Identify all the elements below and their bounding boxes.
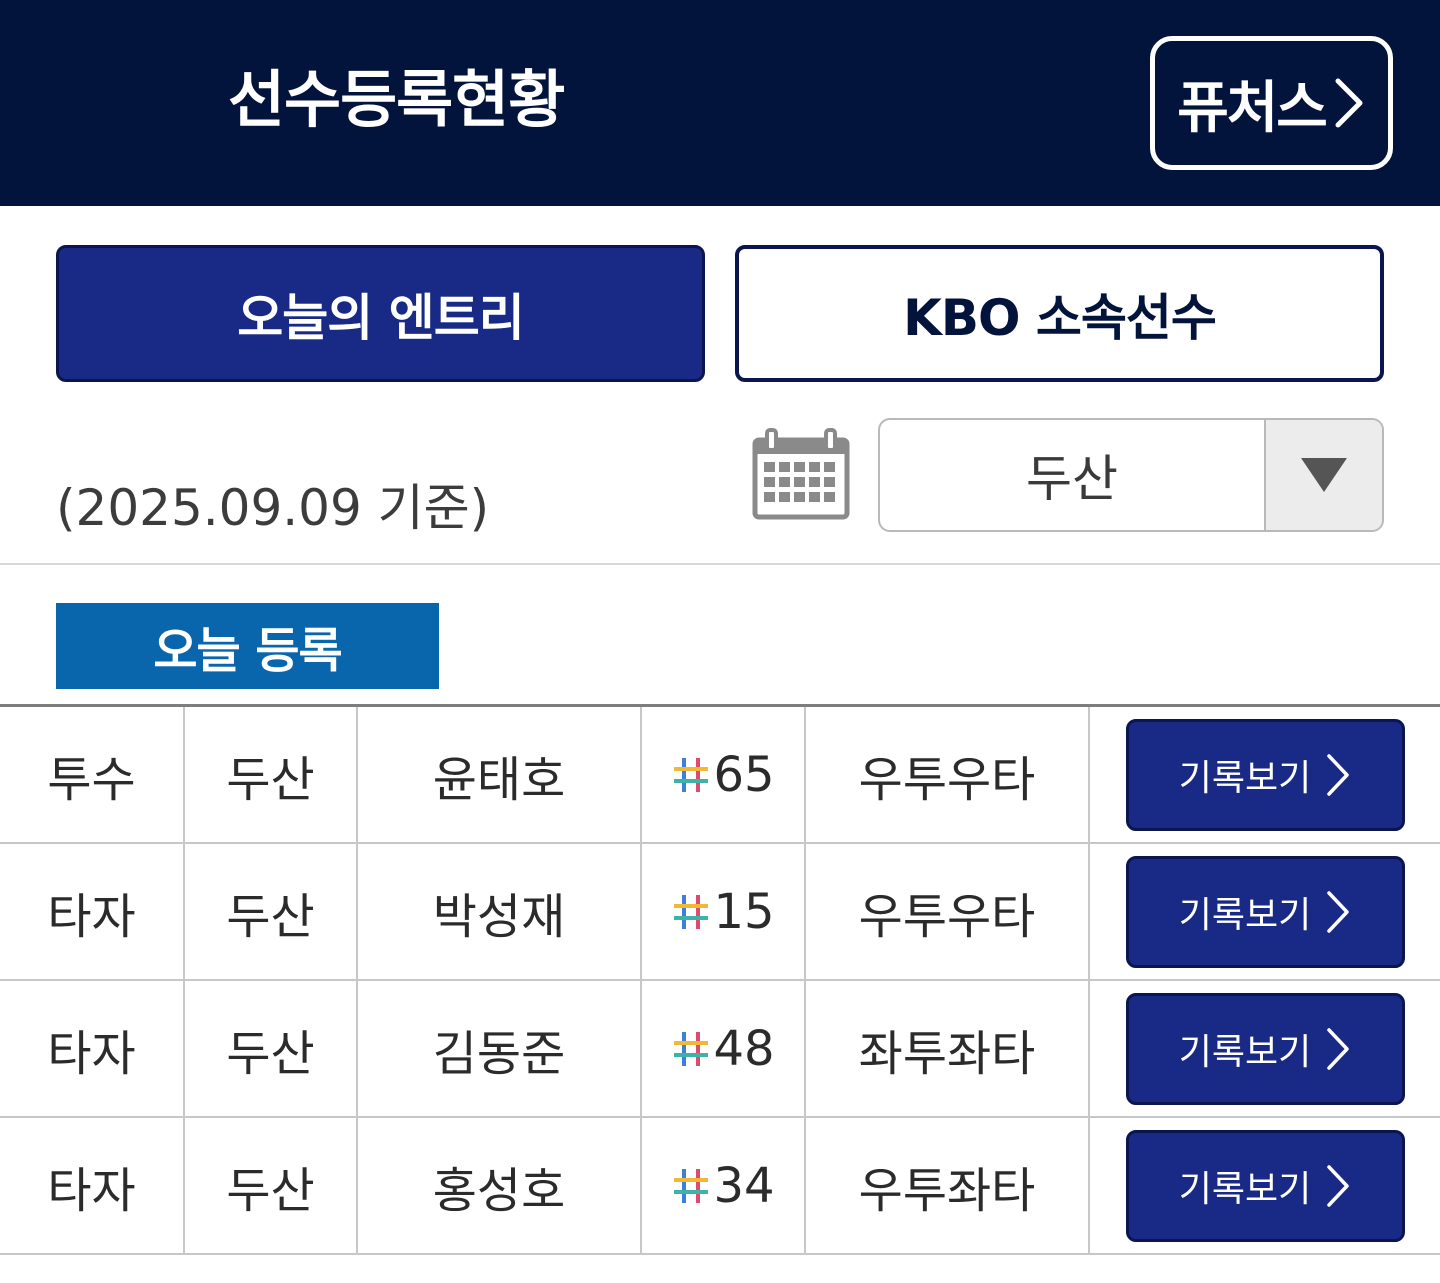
chevron-right-icon <box>1327 1027 1349 1070</box>
dropdown-arrow[interactable] <box>1264 420 1382 530</box>
view-record-button[interactable]: 기록보기 <box>1125 855 1405 968</box>
view-record-label: 기록보기 <box>1178 1168 1312 1210</box>
table-row: 투수 두산 윤태호 65 우투우타 기록보기 <box>0 707 1440 844</box>
view-record-label: 기록보기 <box>1178 757 1312 799</box>
divider <box>0 563 1440 565</box>
name-cell: 홍성호 <box>358 1118 642 1253</box>
number-cell: 15 <box>642 844 806 979</box>
action-cell: 기록보기 <box>1090 1118 1440 1253</box>
name-cell: 박성재 <box>358 844 642 979</box>
view-record-button[interactable]: 기록보기 <box>1125 1129 1405 1242</box>
action-cell: 기록보기 <box>1090 844 1440 979</box>
team-select[interactable]: 두산 <box>878 418 1384 532</box>
page-header: 선수등록현황 퓨처스 <box>0 0 1440 206</box>
chevron-right-icon <box>1327 1164 1349 1207</box>
players-table: 투수 두산 윤태호 65 우투우타 기록보기 타자 두산 박성재 15 우투우타 <box>0 704 1440 1255</box>
chevron-right-icon <box>1335 78 1363 128</box>
jersey-number: 34 <box>713 1157 775 1214</box>
batting-throwing-cell: 우투좌타 <box>806 1118 1090 1253</box>
triangle-down-icon <box>1301 458 1347 492</box>
hash-icon <box>674 894 709 929</box>
batting-throwing-cell: 우투우타 <box>806 707 1090 842</box>
table-row: 타자 두산 박성재 15 우투우타 기록보기 <box>0 844 1440 981</box>
hash-icon <box>674 1168 709 1203</box>
table-row: 타자 두산 김동준 48 좌투좌타 기록보기 <box>0 981 1440 1118</box>
futures-button-label: 퓨처스 <box>1177 75 1328 141</box>
section-badge: 오늘 등록 <box>56 603 439 689</box>
jersey-number: 15 <box>713 883 775 940</box>
position-cell: 타자 <box>0 844 185 979</box>
hash-icon <box>674 1031 709 1066</box>
jersey-number: 65 <box>713 746 775 803</box>
calendar-icon[interactable] <box>752 428 850 520</box>
futures-button[interactable]: 퓨처스 <box>1150 36 1393 170</box>
name-cell: 김동준 <box>358 981 642 1116</box>
batting-throwing-cell: 우투우타 <box>806 844 1090 979</box>
number-cell: 48 <box>642 981 806 1116</box>
team-cell: 두산 <box>185 707 358 842</box>
batting-throwing-cell: 좌투좌타 <box>806 981 1090 1116</box>
team-cell: 두산 <box>185 1118 358 1253</box>
tab-today-entry[interactable]: 오늘의 엔트리 <box>56 245 705 382</box>
view-record-label: 기록보기 <box>1178 1031 1312 1073</box>
number-cell: 65 <box>642 707 806 842</box>
table-row: 타자 두산 홍성호 34 우투좌타 기록보기 <box>0 1118 1440 1255</box>
action-cell: 기록보기 <box>1090 981 1440 1116</box>
view-record-label: 기록보기 <box>1178 894 1312 936</box>
view-record-button[interactable]: 기록보기 <box>1125 992 1405 1105</box>
team-cell: 두산 <box>185 844 358 979</box>
tab-kbo-players[interactable]: KBO 소속선수 <box>735 245 1384 382</box>
chevron-right-icon <box>1327 890 1349 933</box>
jersey-number: 48 <box>713 1020 775 1077</box>
view-record-button[interactable]: 기록보기 <box>1125 718 1405 831</box>
chevron-right-icon <box>1327 753 1349 796</box>
position-cell: 타자 <box>0 1118 185 1253</box>
position-cell: 투수 <box>0 707 185 842</box>
team-select-value: 두산 <box>1026 450 1118 508</box>
position-cell: 타자 <box>0 981 185 1116</box>
name-cell: 윤태호 <box>358 707 642 842</box>
reference-date: (2025.09.09 기준) <box>56 479 490 537</box>
team-cell: 두산 <box>185 981 358 1116</box>
hash-icon <box>674 757 709 792</box>
number-cell: 34 <box>642 1118 806 1253</box>
action-cell: 기록보기 <box>1090 707 1440 842</box>
page-title: 선수등록현황 <box>228 63 565 136</box>
